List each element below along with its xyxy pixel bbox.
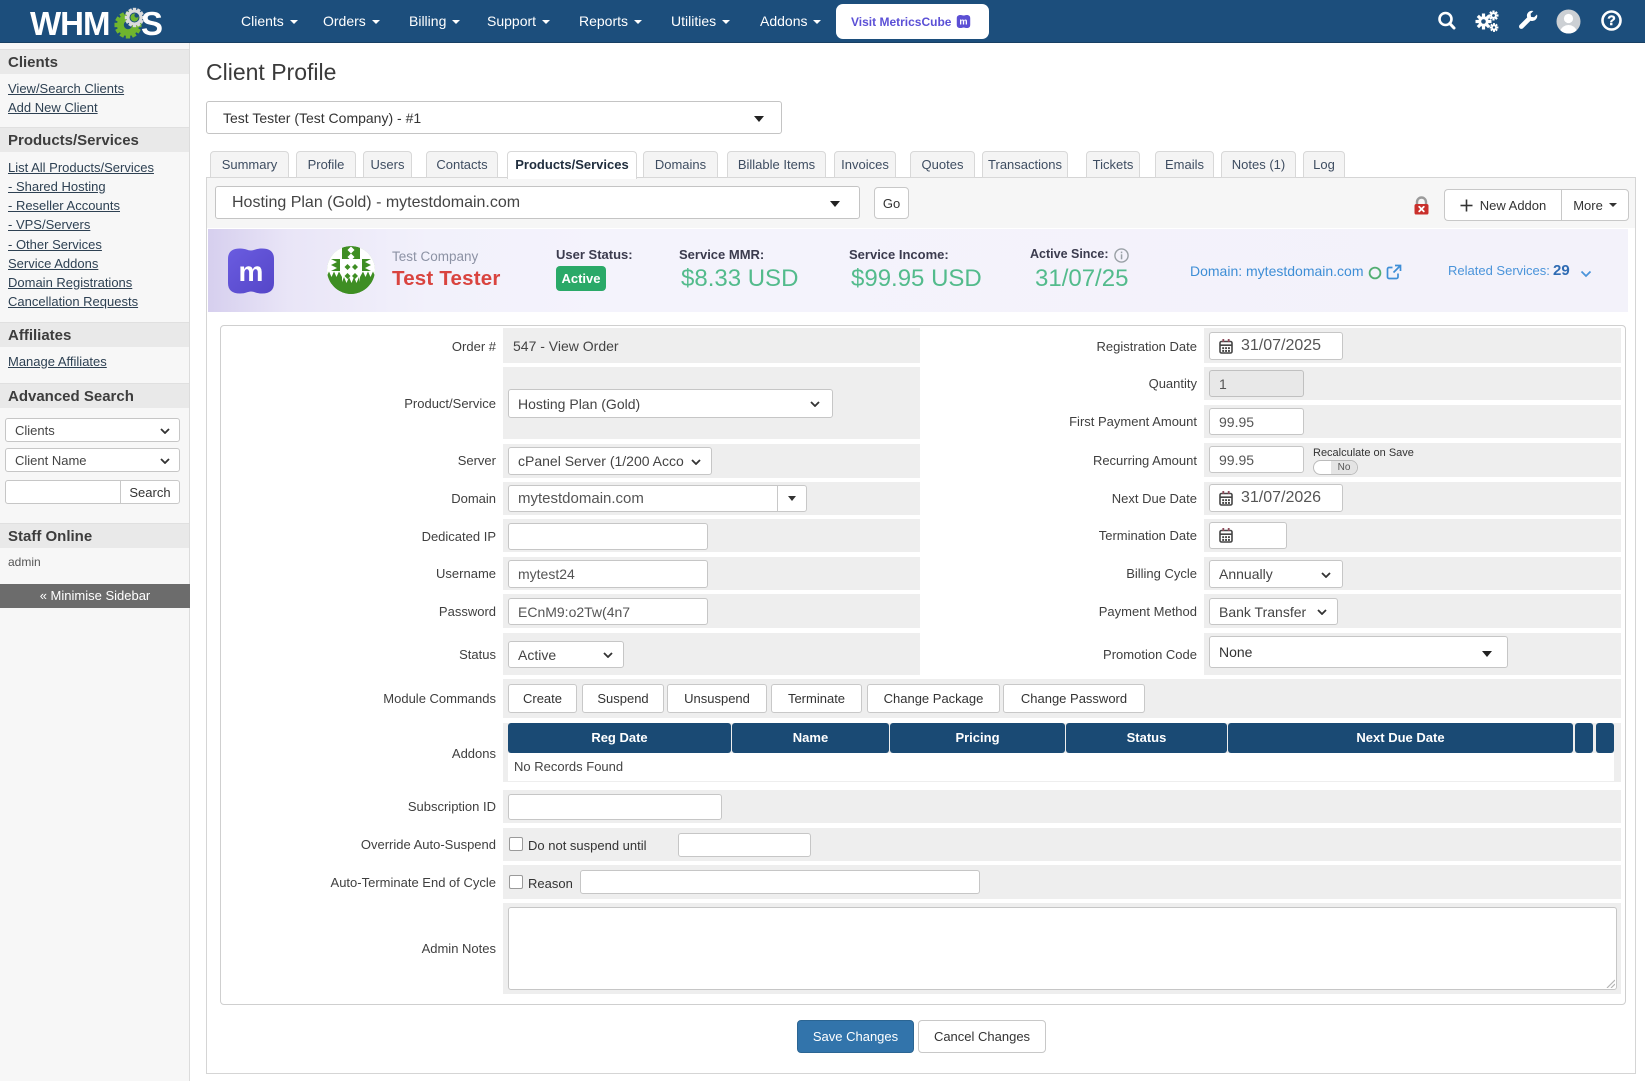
svg-text:m: m [959,17,967,27]
svg-text:?: ? [1607,12,1616,28]
svg-text:m: m [239,256,264,287]
